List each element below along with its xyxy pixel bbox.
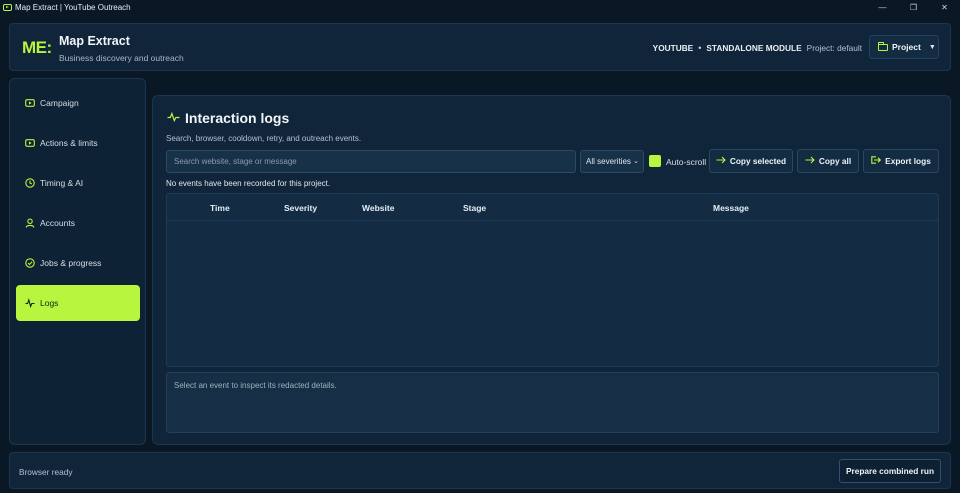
minimize-button[interactable]: — [867, 0, 898, 15]
column-header-stage[interactable]: Stage [463, 203, 486, 213]
project-button-label: Project [892, 42, 921, 52]
project-indicator: Project: default [806, 43, 862, 53]
export-logs-label: Export logs [885, 156, 931, 166]
window-title: Map Extract | YouTube Outreach [15, 3, 131, 12]
autoscroll-checkbox[interactable] [649, 155, 661, 167]
window-titlebar: Map Extract | YouTube Outreach — ❐ ✕ [0, 0, 960, 15]
sidebar: Campaign Actions & limits Timing & AI Ac… [9, 78, 146, 445]
platform-label: YOUTUBE [652, 43, 694, 53]
app-header: ME: Map Extract Business discovery and o… [9, 23, 951, 71]
column-header-severity[interactable]: Severity [284, 203, 317, 213]
logs-table: Time Severity Website Stage Message [166, 193, 939, 367]
severity-select[interactable]: All severities ⌄ [580, 150, 644, 173]
sidebar-item-timing-ai[interactable]: Timing & AI [16, 165, 140, 201]
header-context: YOUTUBE • STANDALONE MODULE Project: def… [653, 43, 862, 53]
copy-selected-label: Copy selected [729, 156, 787, 166]
event-details-pane: Select an event to inspect its redacted … [166, 372, 939, 433]
copy-all-label: Copy all [818, 156, 852, 166]
sidebar-item-label: Accounts [40, 218, 75, 228]
logs-panel: Interaction logs Search, browser, cooldo… [152, 95, 951, 445]
chevron-down-icon: ▼ [928, 43, 936, 51]
column-header-website[interactable]: Website [362, 203, 394, 213]
app-logo: ME: [22, 38, 52, 57]
folder-icon [878, 41, 888, 51]
app-title: Map Extract [59, 34, 130, 48]
pulse-icon [167, 109, 180, 127]
empty-state-message: No events have been recorded for this pr… [166, 179, 331, 188]
column-header-message[interactable]: Message [713, 203, 749, 213]
play-box-icon [25, 98, 35, 108]
chevron-down-icon: ⌄ [633, 158, 639, 165]
arrow-right-icon [805, 156, 815, 166]
separator-dot: • [698, 43, 702, 53]
prepare-combined-run-label: Prepare combined run [845, 466, 935, 476]
pulse-icon [25, 298, 35, 308]
app-subtitle: Business discovery and outreach [59, 53, 184, 63]
sidebar-item-label: Actions & limits [40, 138, 98, 148]
arrow-right-icon [716, 156, 726, 166]
search-input[interactable] [166, 150, 576, 173]
status-text: Browser ready [19, 467, 73, 477]
prepare-combined-run-button[interactable]: Prepare combined run [839, 459, 941, 483]
sidebar-item-label: Logs [40, 298, 59, 308]
panel-heading: Interaction logs [167, 109, 289, 127]
table-header: Time Severity Website Stage Message [167, 194, 938, 221]
maximize-button[interactable]: ❐ [898, 0, 929, 15]
status-bar: Browser ready Prepare combined run [9, 452, 951, 489]
sidebar-item-accounts[interactable]: Accounts [16, 205, 140, 241]
clock-icon [25, 178, 35, 188]
window-controls: — ❐ ✕ [867, 0, 960, 15]
export-icon [871, 156, 882, 166]
module-label: STANDALONE MODULE [706, 43, 802, 53]
copy-all-button[interactable]: Copy all [797, 149, 859, 173]
copy-selected-button[interactable]: Copy selected [709, 149, 793, 173]
details-placeholder: Select an event to inspect its redacted … [174, 381, 337, 390]
project-button[interactable]: Project ▼ [869, 35, 939, 59]
sidebar-item-actions-limits[interactable]: Actions & limits [16, 125, 140, 161]
severity-value: All severities [586, 157, 631, 166]
export-logs-button[interactable]: Export logs [863, 149, 939, 173]
sidebar-item-label: Campaign [40, 98, 79, 108]
autoscroll-label: Auto-scroll [666, 157, 707, 167]
column-header-time[interactable]: Time [210, 203, 230, 213]
sidebar-item-campaign[interactable]: Campaign [16, 85, 140, 121]
sidebar-item-label: Jobs & progress [40, 258, 102, 268]
close-button[interactable]: ✕ [929, 0, 960, 15]
sidebar-item-logs[interactable]: Logs [16, 285, 140, 321]
sidebar-item-label: Timing & AI [40, 178, 84, 188]
app-logo-icon [3, 4, 12, 11]
page-title: Interaction logs [185, 110, 290, 126]
page-subtitle: Search, browser, cooldown, retry, and ou… [166, 134, 362, 143]
sidebar-item-jobs-progress[interactable]: Jobs & progress [16, 245, 140, 281]
play-box-icon [25, 138, 35, 148]
user-icon [25, 218, 35, 228]
check-circle-icon [25, 258, 35, 268]
